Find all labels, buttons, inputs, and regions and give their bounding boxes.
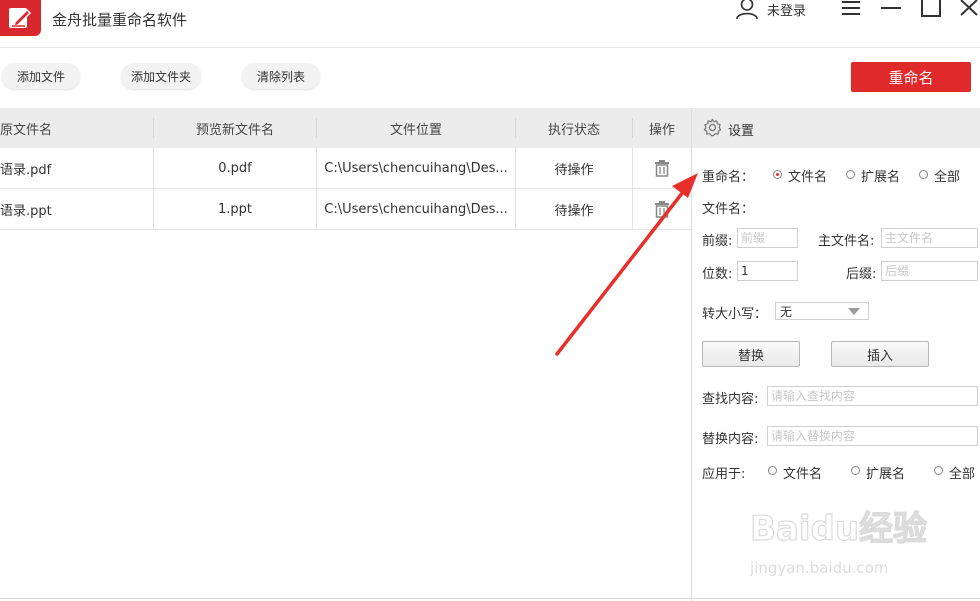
apply-radio-all[interactable] — [934, 466, 943, 475]
case-label: 转大小写： — [702, 307, 768, 322]
cell-preview-name: 0.pdf — [218, 160, 252, 176]
settings-title: 设置 — [728, 124, 755, 139]
insert-button[interactable]: 插入 — [831, 341, 929, 367]
apply-radio-extension[interactable] — [851, 466, 860, 475]
cell-original-name: 语录.pdf — [0, 162, 52, 178]
rename-mode-label: 重命名： — [702, 170, 755, 185]
title-bar: 金舟批量重命名软件 未登录 — [0, 0, 980, 48]
filename-section-label: 文件名： — [702, 202, 755, 217]
trash-icon[interactable] — [633, 189, 691, 229]
column-header-preview[interactable]: 预览新文件名 — [154, 108, 316, 148]
column-header-original[interactable]: 原文件名 — [0, 108, 153, 148]
apply-to-label: 应用于: — [702, 467, 746, 482]
svg-text:Baidu经验: Baidu经验 — [750, 509, 927, 549]
add-folder-button[interactable]: 添加文件夹 — [121, 63, 201, 89]
apply-radio-filename[interactable] — [768, 466, 777, 475]
app-logo-icon — [0, 0, 41, 36]
prefix-label: 前缀: — [702, 234, 733, 249]
clear-list-button[interactable]: 清除列表 — [242, 63, 320, 89]
digits-label: 位数: — [702, 267, 733, 282]
cell-original-name: 语录.ppt — [0, 203, 52, 219]
main-name-input[interactable] — [881, 228, 978, 248]
apply-option-label[interactable]: 扩展名 — [866, 463, 905, 482]
suffix-label: 后缀: — [846, 267, 877, 282]
find-input[interactable] — [767, 386, 978, 406]
user-icon[interactable] — [733, 0, 761, 20]
login-status-link[interactable]: 未登录 — [767, 0, 806, 19]
table-row[interactable]: 语录.pdf 0.pdf C:\Users\chencuihang\Des...… — [0, 148, 691, 189]
suffix-input[interactable] — [881, 261, 978, 281]
add-file-button[interactable]: 添加文件 — [2, 63, 80, 89]
rename-mode-radio-filename[interactable] — [773, 170, 782, 179]
rename-mode-option-label[interactable]: 全部 — [934, 166, 960, 185]
rename-mode-option-label[interactable]: 文件名 — [788, 166, 827, 185]
app-title: 金舟批量重命名软件 — [52, 11, 188, 29]
table-header: 原文件名 预览新文件名 文件位置 执行状态 操作 — [0, 108, 691, 148]
apply-option-label[interactable]: 全部 — [949, 463, 975, 482]
find-label: 查找内容: — [702, 392, 759, 407]
baidu-watermark: Baidu经验 jingyan.baidu.com — [749, 495, 930, 585]
cell-preview-name: 1.ppt — [217, 201, 252, 217]
rename-mode-option-label[interactable]: 扩展名 — [861, 166, 900, 185]
minimize-icon[interactable] — [880, 0, 902, 16]
replace-button[interactable]: 替换 — [702, 341, 800, 367]
cell-status: 待操作 — [554, 203, 594, 219]
maximize-icon[interactable] — [920, 0, 942, 18]
rename-mode-radio-extension[interactable] — [846, 170, 855, 179]
column-header-status[interactable]: 执行状态 — [516, 108, 632, 148]
cell-status: 待操作 — [554, 162, 594, 178]
rename-button[interactable]: 重命名 — [851, 62, 971, 92]
case-select-value: 无 — [780, 304, 793, 319]
table-row[interactable]: 语录.ppt 1.ppt C:\Users\chencuihang\Des...… — [0, 189, 691, 230]
menu-icon[interactable] — [840, 0, 862, 16]
main-name-label: 主文件名: — [818, 234, 875, 249]
gear-icon — [703, 118, 722, 137]
cell-location: C:\Users\chencuihang\Des... — [324, 201, 508, 217]
bottom-divider — [0, 598, 980, 599]
case-select[interactable]: 无 — [775, 302, 869, 320]
digits-input[interactable] — [737, 261, 798, 281]
column-header-location[interactable]: 文件位置 — [317, 108, 515, 148]
settings-header: 设置 — [692, 108, 980, 148]
prefix-input[interactable] — [737, 228, 798, 248]
column-header-action: 操作 — [648, 122, 675, 138]
svg-text:jingyan.baidu.com: jingyan.baidu.com — [750, 559, 888, 577]
rename-mode-radio-all[interactable] — [919, 170, 928, 179]
cell-location: C:\Users\chencuihang\Des... — [324, 160, 508, 176]
replace-content-input[interactable] — [767, 426, 978, 446]
replace-content-label: 替换内容: — [702, 432, 759, 447]
chevron-down-icon — [848, 308, 860, 315]
close-icon[interactable] — [958, 0, 980, 18]
apply-option-label[interactable]: 文件名 — [783, 463, 822, 482]
trash-icon[interactable] — [633, 148, 691, 188]
toolbar: 添加文件 添加文件夹 清除列表 重命名 — [0, 48, 980, 108]
